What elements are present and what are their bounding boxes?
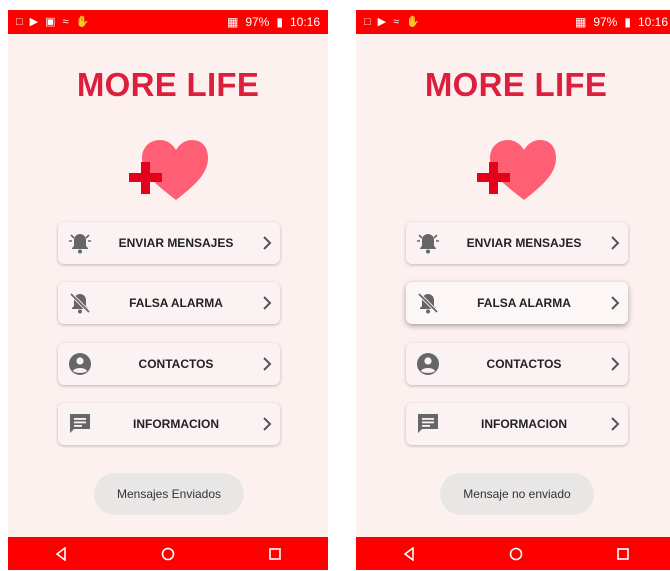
chevron-right-icon xyxy=(263,357,272,371)
play-store-icon: ▶ xyxy=(29,15,39,28)
chevron-right-icon xyxy=(611,417,620,431)
send-messages-label: ENVIAR MENSAJES xyxy=(118,236,234,250)
information-label: INFORMACION xyxy=(481,417,567,431)
chevron-right-icon xyxy=(263,417,272,431)
heart-cross-logo-icon xyxy=(477,140,556,200)
information-button[interactable]: INFORMACION xyxy=(58,403,280,445)
wifi-icon: ≈ xyxy=(62,15,69,28)
clock: 10:16 xyxy=(637,15,668,29)
chevron-right-icon xyxy=(263,236,272,250)
status-bar: □ ▶ ≈ ✋ ▦ 97% ▮ 10:16 xyxy=(356,10,670,34)
play-store-icon: ▶ xyxy=(377,15,387,28)
toast-message: Mensajes Enviados xyxy=(94,473,244,515)
toast-message: Mensaje no enviado xyxy=(440,473,594,515)
recents-icon[interactable] xyxy=(616,547,630,561)
false-alarm-button[interactable]: FALSA ALARMA xyxy=(406,282,628,324)
clock: 10:16 xyxy=(289,15,320,29)
wifi-icon: ≈ xyxy=(393,15,400,28)
image-icon: ▣ xyxy=(45,15,56,28)
contacts-button[interactable]: CONTACTOS xyxy=(58,343,280,385)
contacts-label: CONTACTOS xyxy=(486,357,562,371)
notification-icon: □ xyxy=(364,15,371,28)
home-icon[interactable] xyxy=(161,547,175,561)
account-circle-icon xyxy=(417,353,439,375)
send-messages-label: ENVIAR MENSAJES xyxy=(466,236,582,250)
phone-screen-sent: □ ▶ ▣ ≈ ✋ ▦ 97% ▮ 10:16 MORE LIFE ENVIAR… xyxy=(8,10,328,570)
status-bar: □ ▶ ▣ ≈ ✋ ▦ 97% ▮ 10:16 xyxy=(8,10,328,34)
navigation-bar xyxy=(356,537,670,570)
app-title: MORE LIFE xyxy=(76,66,260,103)
false-alarm-label: FALSA ALARMA xyxy=(477,296,571,310)
bell-ring-icon xyxy=(417,234,439,254)
navigation-bar xyxy=(8,537,328,570)
no-sim-icon: ▦ xyxy=(226,15,239,29)
home-icon[interactable] xyxy=(509,547,523,561)
chevron-right-icon xyxy=(611,236,620,250)
hand-icon: ✋ xyxy=(75,15,90,28)
send-messages-button[interactable]: ENVIAR MENSAJES xyxy=(58,222,280,264)
recents-icon[interactable] xyxy=(268,547,282,561)
false-alarm-label: FALSA ALARMA xyxy=(129,296,223,310)
bell-off-icon xyxy=(417,292,439,314)
send-messages-button[interactable]: ENVIAR MENSAJES xyxy=(406,222,628,264)
information-label: INFORMACION xyxy=(133,417,219,431)
account-circle-icon xyxy=(69,353,91,375)
contacts-label: CONTACTOS xyxy=(138,357,214,371)
chevron-right-icon xyxy=(263,296,272,310)
contacts-button[interactable]: CONTACTOS xyxy=(406,343,628,385)
back-icon[interactable] xyxy=(402,547,416,561)
notification-icon: □ xyxy=(16,15,23,28)
chevron-right-icon xyxy=(611,296,620,310)
phone-screen-not-sent: □ ▶ ≈ ✋ ▦ 97% ▮ 10:16 MORE LIFE ENVIAR M… xyxy=(356,10,670,570)
heart-cross-logo-icon xyxy=(129,140,208,200)
false-alarm-button[interactable]: FALSA ALARMA xyxy=(58,282,280,324)
battery-icon: ▮ xyxy=(624,15,631,29)
information-button[interactable]: INFORMACION xyxy=(406,403,628,445)
bell-ring-icon xyxy=(69,234,91,254)
message-icon xyxy=(418,414,438,433)
back-icon[interactable] xyxy=(54,547,68,561)
battery-percent: 97% xyxy=(593,15,618,29)
app-title: MORE LIFE xyxy=(424,66,608,103)
chevron-right-icon xyxy=(611,357,620,371)
battery-percent: 97% xyxy=(245,15,270,29)
battery-icon: ▮ xyxy=(276,15,283,29)
bell-off-icon xyxy=(69,292,91,314)
no-sim-icon: ▦ xyxy=(574,15,587,29)
message-icon xyxy=(70,414,90,433)
hand-icon: ✋ xyxy=(406,15,420,28)
